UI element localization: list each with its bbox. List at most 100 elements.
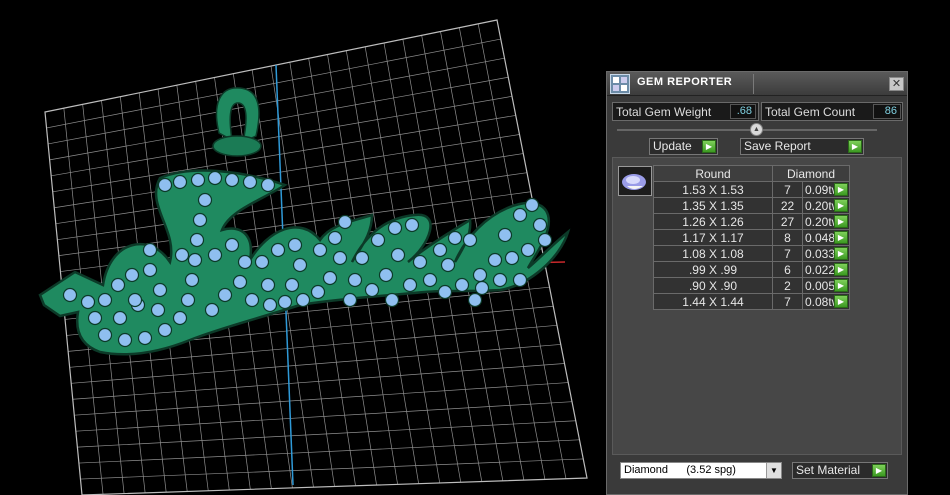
play-arrow-icon[interactable]: ▶ (834, 247, 848, 260)
gem-stone (472, 267, 488, 283)
grid-line (74, 382, 569, 416)
gem-stone (97, 292, 113, 308)
window-title: GEM REPORTER (637, 76, 733, 88)
table-row[interactable]: .99 X .99 6 0.022tw ▶ (653, 261, 850, 278)
gem-stone (262, 297, 278, 313)
stone-size: 1.17 X 1.17 (653, 229, 773, 246)
gem-stone (284, 277, 300, 293)
gem-stone (232, 274, 248, 290)
gem-stone (110, 277, 126, 293)
table-row[interactable]: 1.26 X 1.26 27 0.20tw ▶ (653, 213, 850, 230)
panel-slider-track[interactable] (617, 129, 877, 131)
stone-count: 8 (772, 229, 803, 246)
title-divider (753, 74, 754, 94)
save-report-button[interactable]: Save Report ▶ (740, 138, 864, 155)
stone-count: 2 (772, 277, 803, 294)
gem-stone (378, 267, 394, 283)
total-gem-weight-value[interactable]: .68 (730, 104, 756, 119)
stone-weight: 0.022tw ▶ (802, 261, 850, 278)
table-row[interactable]: 1.44 X 1.44 7 0.08tw ▶ (653, 293, 850, 310)
title-bar[interactable]: GEM REPORTER ✕ (607, 72, 907, 96)
stone-size: .90 X .90 (653, 277, 773, 294)
gem-stone (364, 282, 380, 298)
gem-stone (157, 177, 173, 193)
close-button[interactable]: ✕ (889, 77, 904, 91)
material-selected-value: Diamond (3.52 spg) (624, 464, 736, 476)
gem-stone (270, 242, 286, 258)
gem-stone (327, 230, 343, 246)
gem-stone (197, 192, 213, 208)
gem-table-area: Round Diamond 1.53 X 1.53 7 0.09tw ▶ 1.35 X … (612, 157, 902, 455)
gem-stone (390, 247, 406, 263)
set-material-button[interactable]: Set Material ▶ (792, 462, 888, 479)
update-button[interactable]: Update ▶ (649, 138, 718, 155)
play-arrow-icon[interactable]: ▶ (834, 295, 848, 308)
total-gem-count-label: Total Gem Count (765, 105, 856, 119)
gem-stone (347, 272, 363, 288)
gem-stone (142, 262, 158, 278)
nameplate-body[interactable] (38, 169, 571, 356)
gem-stone (342, 292, 358, 308)
gem-stone (404, 217, 420, 233)
play-arrow-icon[interactable]: ▶ (834, 279, 848, 292)
stone-size: 1.26 X 1.26 (653, 213, 773, 230)
gem-stone (189, 232, 205, 248)
stone-weight: 0.20tw ▶ (802, 197, 850, 214)
play-arrow-icon[interactable]: ▶ (834, 231, 848, 244)
gem-stone (512, 207, 528, 223)
gem-stone (192, 212, 208, 228)
gem-stone (497, 227, 513, 243)
gem-stone (260, 277, 276, 293)
play-arrow-icon[interactable]: ▶ (834, 263, 848, 276)
table-row[interactable]: .90 X .90 2 0.005tw ▶ (653, 277, 850, 294)
gem-stone (292, 257, 308, 273)
gem-stone (190, 172, 206, 188)
table-row[interactable]: 1.53 X 1.53 7 0.09tw ▶ (653, 181, 850, 198)
gem-table: Round Diamond 1.53 X 1.53 7 0.09tw ▶ 1.35 X … (653, 165, 850, 310)
gem-stone (532, 217, 548, 233)
column-header-diamond: Diamond (772, 165, 850, 182)
stone-size: 1.53 X 1.53 (653, 181, 773, 198)
total-gem-count-value[interactable]: 86 (873, 104, 901, 119)
gem-stone (117, 332, 133, 348)
gem-reporter-panel: GEM REPORTER ✕ Total Gem Weight .68 Tota… (606, 71, 908, 495)
play-arrow-icon[interactable]: ▶ (834, 199, 848, 212)
table-row[interactable]: 1.35 X 1.35 22 0.20tw ▶ (653, 197, 850, 214)
gem-stone (387, 220, 403, 236)
stone-weight: 0.048tw ▶ (802, 229, 850, 246)
gem-stone (242, 174, 258, 190)
pendant-bail[interactable] (212, 87, 262, 157)
update-button-label: Update (653, 139, 692, 153)
material-dropdown[interactable]: Diamond (3.52 spg) ▼ (620, 462, 782, 479)
table-row[interactable]: 1.08 X 1.08 7 0.033tw ▶ (653, 245, 850, 262)
round-diamond-icon[interactable] (618, 166, 652, 196)
gem-stone (80, 294, 96, 310)
table-row[interactable]: 1.17 X 1.17 8 0.048tw ▶ (653, 229, 850, 246)
viewport-canvas[interactable] (0, 0, 600, 495)
gem-stone (174, 247, 190, 263)
gem-stone (172, 310, 188, 326)
gem-stone (187, 252, 203, 268)
gem-stone (295, 292, 311, 308)
table-header-row: Round Diamond (653, 165, 850, 182)
3d-viewport[interactable] (0, 0, 600, 495)
play-arrow-icon[interactable]: ▶ (834, 183, 848, 196)
total-gem-count-box: Total Gem Count 86 (761, 102, 903, 121)
gem-stone (440, 257, 456, 273)
gem-stone (207, 247, 223, 263)
gem-stone (310, 284, 326, 300)
play-arrow-icon[interactable]: ▶ (834, 215, 848, 228)
gem-stone (312, 242, 328, 258)
gem-stone (322, 270, 338, 286)
panel-slider-knob[interactable]: ▲ (750, 123, 763, 136)
gem-stone (412, 254, 428, 270)
stone-weight: 0.20tw ▶ (802, 213, 850, 230)
gem-stone (474, 280, 490, 296)
stone-size: 1.08 X 1.08 (653, 245, 773, 262)
gem-stone (520, 242, 536, 258)
stone-count: 22 (772, 197, 803, 214)
gem-stone (437, 284, 453, 300)
stone-weight: 0.09tw ▶ (802, 181, 850, 198)
gem-stone (462, 232, 478, 248)
gem-stone (432, 242, 448, 258)
